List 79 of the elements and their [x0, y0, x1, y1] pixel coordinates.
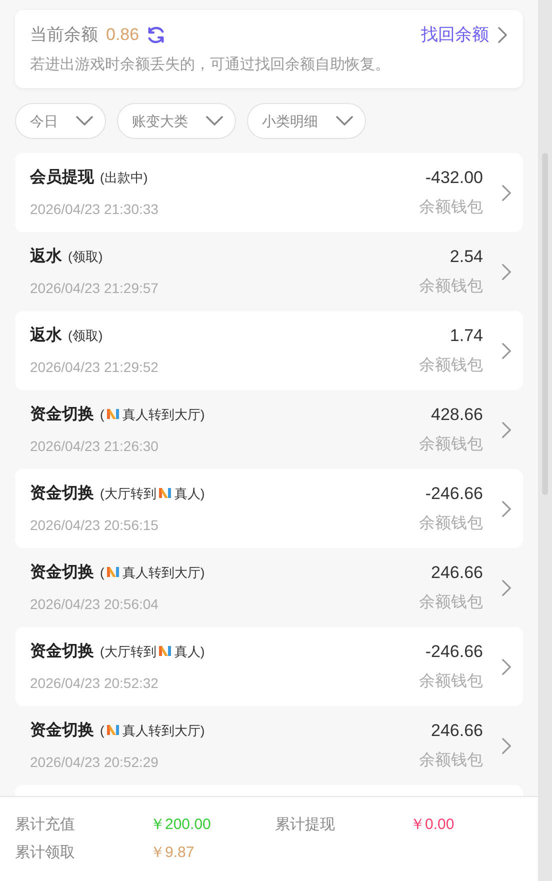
chevron-right-icon: [501, 500, 512, 518]
chevron-right-icon: [501, 658, 512, 676]
record-wallet: 余额钱包: [419, 356, 483, 376]
total-value: ￥0.00: [410, 814, 456, 834]
record-row[interactable]: 资金切换 (大厅转到 真人) 2026/04/23 20:56:15 -246.66 余额钱包: [15, 469, 523, 548]
chevron-down-icon: [336, 116, 353, 126]
record-title: 资金切换: [30, 484, 94, 504]
record-amount: 2.54: [450, 246, 483, 268]
record-wallet: 余额钱包: [419, 750, 483, 772]
record-title: 资金切换: [30, 720, 94, 740]
balance-amount: 0.86: [106, 24, 140, 46]
record-note: (大厅转到 真人): [100, 484, 205, 503]
chevron-right-icon: [501, 578, 512, 596]
record-amount: 246.66: [431, 720, 483, 742]
chevron-right-icon: [501, 184, 512, 202]
chevron-right-icon: [501, 420, 512, 438]
record-title: 资金切换: [30, 642, 94, 662]
balance-hint: 若进出游戏时余额丢失的，可通过找回余额自助恢复。: [30, 54, 391, 74]
total-label: 累计充值: [15, 814, 76, 834]
record-wallet: 余额钱包: [419, 198, 483, 218]
chevron-down-icon: [206, 116, 223, 126]
record-row[interactable]: 会员提现 (出款中) 2026/04/23 21:30:33 -432.00 余额钱包: [15, 153, 523, 232]
record-wallet: 余额钱包: [419, 514, 483, 534]
record-title: 返水: [30, 325, 62, 346]
logo-icon: [106, 406, 120, 420]
chevron-right-icon: [501, 736, 512, 754]
record-row[interactable]: 返水 (领取) 2026/04/23 21:29:57 2.54 余额钱包: [15, 232, 523, 311]
record-wallet: 余额钱包: [419, 672, 483, 692]
chevron-down-icon: [76, 116, 93, 126]
record-time: 2026/04/23 20:56:04: [30, 594, 160, 614]
recover-balance-link[interactable]: 找回余额: [421, 22, 489, 48]
record-time: 2026/04/23 21:29:52: [30, 358, 158, 376]
refresh-icon[interactable]: [146, 24, 166, 45]
filter-dropdown[interactable]: 小类明细: [247, 103, 366, 139]
total-value: ￥200.00: [150, 814, 212, 834]
record-row[interactable]: 资金切换 (大厅转到 真人) 2026/04/23 20:52:32 -246.66 余额钱包: [15, 627, 523, 706]
record-row[interactable]: 资金切换 ( 真人转到大厅) 2026/04/23 20:52:29 246.66 余额钱包: [15, 706, 523, 785]
record-wallet: 余额钱包: [419, 434, 483, 456]
record-note: (领取): [68, 326, 103, 345]
logo-icon: [106, 564, 120, 578]
record-title: 会员提现: [30, 168, 94, 188]
total-value: ￥9.87: [150, 843, 196, 863]
record-amount: 246.66: [431, 562, 483, 584]
record-note: (领取): [68, 248, 103, 266]
record-time: 2026/04/23 20:52:29: [30, 752, 160, 772]
record-row[interactable]: 资金切换 ( 真人转到大厅) 2026/04/23 21:26:30 428.66 余额钱包: [15, 390, 523, 469]
record-title: 资金切换: [30, 562, 94, 582]
record-amount: -432.00: [425, 166, 483, 189]
record-time: 2026/04/23 21:29:57: [30, 278, 158, 298]
logo-icon: [158, 486, 172, 500]
record-amount: -246.66: [425, 482, 483, 505]
chevron-right-icon: [501, 262, 512, 280]
chevron-right-icon: [497, 26, 508, 44]
record-row[interactable]: 返水 (领取) 2026/04/23 21:29:52 1.74 余额钱包: [15, 311, 523, 390]
logo-icon: [158, 644, 172, 658]
record-wallet: 余额钱包: [419, 592, 483, 614]
record-note: ( 真人转到大厅): [100, 406, 205, 424]
record-time: 2026/04/23 21:26:30: [30, 436, 160, 456]
record-note: ( 真人转到大厅): [100, 564, 205, 582]
total-label: 累计提现: [275, 814, 336, 834]
filter-dropdown[interactable]: 账变大类: [117, 103, 236, 139]
record-time: 2026/04/23 21:30:33: [30, 200, 158, 218]
balance-label: 当前余额: [30, 24, 98, 46]
record-time: 2026/04/23 20:52:32: [30, 674, 160, 692]
record-amount: 1.74: [450, 324, 483, 347]
record-note: (出款中): [100, 168, 148, 187]
logo-icon: [106, 722, 120, 736]
total-label: 累计领取: [15, 843, 76, 863]
record-title: 资金切换: [30, 404, 94, 424]
record-note: (大厅转到 真人): [100, 642, 205, 661]
record-amount: 428.66: [431, 404, 483, 426]
filter-dropdown[interactable]: 今日: [15, 103, 106, 139]
record-note: ( 真人转到大厅): [100, 722, 205, 740]
record-wallet: 余额钱包: [419, 276, 483, 298]
record-row[interactable]: 资金切换 ( 真人转到大厅) 2026/04/23 20:56:04 246.66 余额钱包: [15, 548, 523, 627]
record-amount: -246.66: [425, 640, 483, 663]
record-title: 返水: [30, 246, 62, 266]
record-time: 2026/04/23 20:56:15: [30, 516, 160, 534]
chevron-right-icon: [501, 342, 512, 360]
